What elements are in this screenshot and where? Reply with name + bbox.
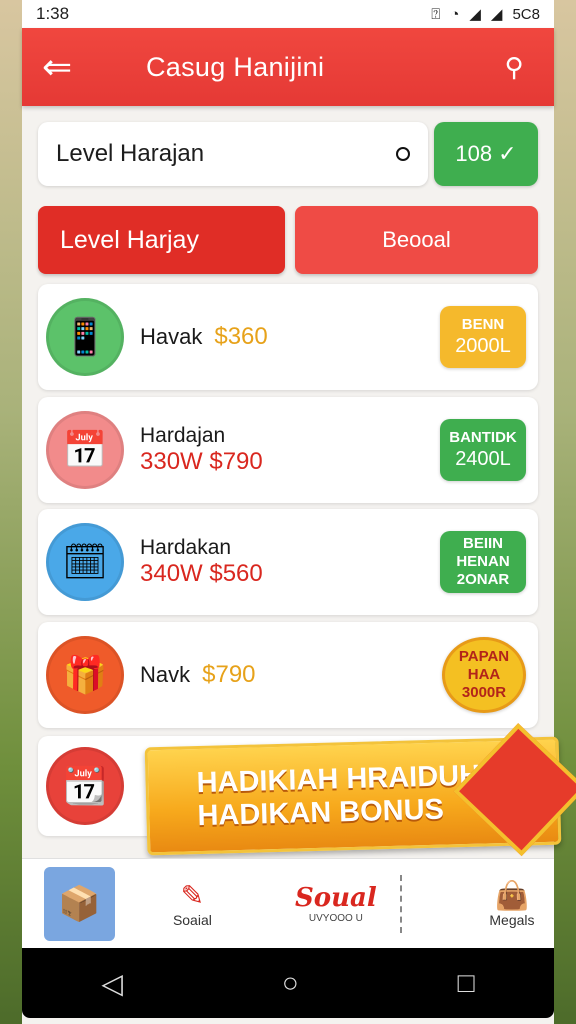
list-item[interactable]: 🗓 Hardakan 340W $560 BEIIN HENAN 2ONAR bbox=[38, 509, 538, 615]
profile-icon[interactable]: ⚲ bbox=[494, 52, 534, 83]
brand-logo: Soual bbox=[294, 883, 377, 913]
search-row: 108 ✓ bbox=[38, 122, 538, 186]
item-text: Navk $790 bbox=[140, 661, 442, 689]
tabs: Level Harjay Beooal bbox=[38, 206, 538, 274]
badge-line: HAA bbox=[467, 666, 501, 683]
list-item[interactable]: 📅 Hardajan 330W $790 BANTIDK 2400L bbox=[38, 397, 538, 503]
nav-home-box-icon[interactable]: 📦 bbox=[44, 866, 116, 941]
badge-line: HENAN bbox=[456, 553, 510, 570]
item-title: Hardajan bbox=[140, 424, 226, 447]
system-nav-bar: ◁ ○ □ bbox=[22, 948, 554, 1018]
back-triangle-icon[interactable]: ◁ bbox=[101, 967, 123, 1000]
item-text: Hardakan 340W $560 bbox=[140, 536, 440, 588]
badge-line: PAPAN bbox=[458, 648, 510, 665]
brand-sub: UVYOOO U bbox=[308, 913, 363, 924]
nav-brand[interactable]: Soual UVYOOO U bbox=[280, 883, 392, 924]
item-title: Navk bbox=[140, 662, 191, 687]
bottom-nav: 📦 ✎ Soaial Soual UVYOOO U 👜 Megals bbox=[22, 858, 554, 948]
status-time: 1:38 bbox=[36, 4, 70, 23]
nav-social-label: Soaial bbox=[172, 912, 212, 928]
phone-cards-icon: 📱 bbox=[46, 298, 124, 376]
badge-line: BEIIN bbox=[462, 535, 503, 552]
tab-beooal[interactable]: Beooal bbox=[295, 206, 538, 274]
item-text: Havak $360 bbox=[140, 323, 440, 351]
calendar-phone-icon: 🗓 bbox=[46, 523, 124, 601]
item-text: Hardajan 330W $790 bbox=[140, 424, 440, 476]
gem-icon bbox=[453, 723, 576, 857]
badge-button[interactable]: BENN 2000L bbox=[440, 306, 526, 368]
search-box[interactable] bbox=[38, 122, 428, 186]
badge-button[interactable]: BANTIDK 2400L bbox=[440, 419, 526, 481]
list-item[interactable]: 📱 Havak $360 BENN 2000L bbox=[38, 284, 538, 390]
item-price: $360 bbox=[214, 323, 268, 350]
nav-megals-label: Megals bbox=[489, 912, 535, 928]
nav-divider bbox=[399, 874, 402, 933]
badge-value: 2400L bbox=[455, 448, 511, 470]
gift-box-icon: 🎁 bbox=[46, 636, 124, 714]
status-bar: 1:38 ⍰ ◔ ◢ ◢ 5C8 bbox=[22, 0, 554, 28]
nav-social[interactable]: ✎ Soaial bbox=[141, 879, 244, 928]
badge-line: 2ONAR bbox=[456, 571, 510, 588]
tab-level[interactable]: Level Harjay bbox=[38, 206, 285, 274]
search-input[interactable] bbox=[56, 140, 396, 168]
item-title: Havak bbox=[140, 324, 203, 349]
signal-icon-2: ◢ bbox=[490, 6, 503, 23]
calendar-gift-icon: 📅 bbox=[46, 411, 124, 489]
search-icon[interactable] bbox=[396, 147, 410, 161]
badge-button[interactable]: PAPAN HAA 3000R bbox=[442, 637, 526, 713]
recents-square-icon[interactable]: □ bbox=[458, 967, 475, 999]
back-arrow-icon[interactable]: ⇐ bbox=[42, 49, 90, 85]
item-title: Hardakan bbox=[140, 536, 232, 559]
badge-line: BANTIDK bbox=[449, 429, 517, 446]
item-price: 330W $790 bbox=[140, 448, 263, 475]
badge-line: 3000R bbox=[461, 684, 507, 701]
notification-icon: ⍰ bbox=[431, 5, 441, 23]
nav-megals[interactable]: 👜 Megals bbox=[470, 879, 554, 928]
level-button[interactable]: 108 ✓ bbox=[434, 122, 538, 186]
badge-button[interactable]: BEIIN HENAN 2ONAR bbox=[440, 531, 526, 593]
home-circle-icon[interactable]: ○ bbox=[282, 967, 299, 999]
item-price: $790 bbox=[202, 661, 256, 688]
status-right-text: 5C8 bbox=[512, 5, 540, 23]
app-header: ⇐ Casug Hanijini ⚲ bbox=[22, 28, 554, 106]
badge-line: BENN bbox=[461, 316, 505, 333]
status-icons: ⍰ ◔ ◢ ◢ 5C8 bbox=[431, 5, 540, 24]
promo-banner[interactable]: HADIKIAH HRAIDUH HADIKAN BONUS bbox=[144, 723, 576, 857]
page-title: Casug Hanijini bbox=[146, 51, 325, 82]
social-icon: ✎ bbox=[180, 880, 205, 911]
list-item[interactable]: 🎁 Navk $790 PAPAN HAA 3000R bbox=[38, 622, 538, 728]
bag-icon: 👜 bbox=[494, 880, 530, 911]
calendar-icon: 📆 bbox=[46, 747, 124, 825]
badge-value: 2000L bbox=[455, 335, 511, 357]
item-price: 340W $560 bbox=[140, 560, 263, 587]
wifi-icon: ◔ bbox=[450, 5, 460, 23]
signal-icon: ◢ bbox=[469, 6, 481, 23]
